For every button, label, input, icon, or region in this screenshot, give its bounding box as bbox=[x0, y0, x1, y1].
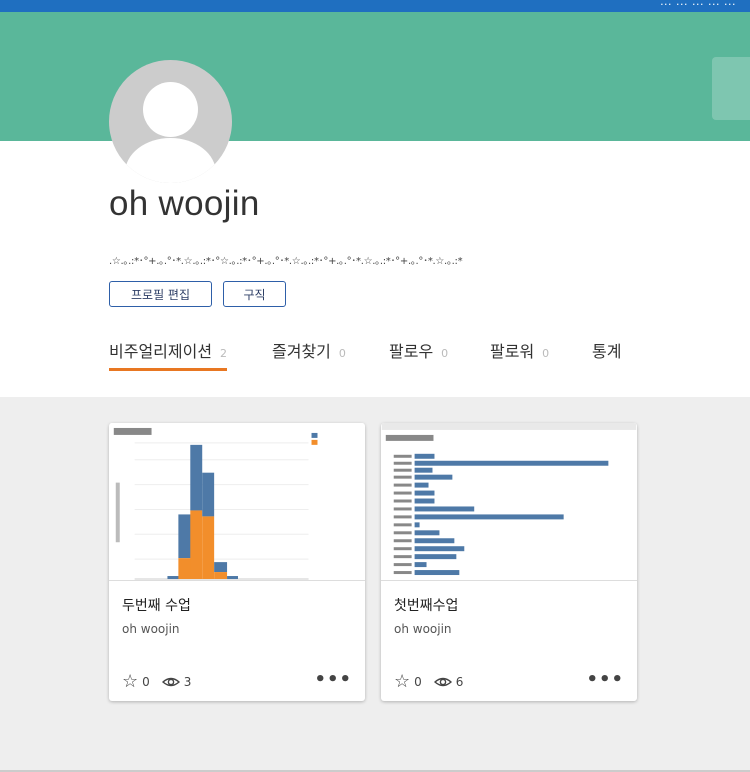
tab-favorites[interactable]: 즐겨찾기 0 bbox=[272, 338, 346, 362]
viz-card-footer: ☆ 0 3 ••• bbox=[122, 669, 352, 691]
avatar-body-shape bbox=[125, 138, 216, 183]
banner-edit-button[interactable] bbox=[712, 57, 750, 120]
view-count: 6 bbox=[455, 675, 464, 689]
favorite-count: 0 bbox=[142, 675, 150, 689]
view-count: 3 bbox=[183, 675, 192, 689]
more-options-icon[interactable]: ••• bbox=[586, 669, 624, 690]
avatar[interactable] bbox=[109, 60, 232, 183]
top-nav-bar: ... ... ... ... ... bbox=[0, 0, 750, 12]
tab-visualizations[interactable]: 비주얼리제이션 2 bbox=[109, 338, 228, 371]
star-icon[interactable]: ☆ bbox=[394, 673, 410, 691]
tab-label: 팔로우 bbox=[389, 342, 434, 361]
tab-stats[interactable]: 통계 bbox=[592, 338, 621, 362]
tab-label: 비주얼리제이션 bbox=[109, 342, 213, 361]
profile-name: oh woojin bbox=[109, 184, 260, 223]
viz-author[interactable]: oh woojin bbox=[394, 622, 452, 636]
viz-author[interactable]: oh woojin bbox=[122, 622, 180, 636]
tab-label: 팔로워 bbox=[490, 342, 535, 361]
viz-title[interactable]: 두번째 수업 bbox=[122, 595, 191, 615]
visualization-gallery: 두번째 수업 oh woojin ☆ 0 3 ••• 첫번째수업 oh wooj… bbox=[0, 397, 750, 772]
job-seeking-button[interactable]: 구직 bbox=[223, 281, 286, 307]
viz-card-footer: ☆ 0 6 ••• bbox=[394, 669, 624, 691]
viz-card[interactable]: 첫번째수업 oh woojin ☆ 0 6 ••• bbox=[381, 423, 637, 701]
tab-count: 0 bbox=[542, 347, 550, 360]
favorite-count: 0 bbox=[414, 675, 422, 689]
viz-card[interactable]: 두번째 수업 oh woojin ☆ 0 3 ••• bbox=[109, 423, 365, 701]
avatar-head-shape bbox=[143, 82, 198, 137]
tab-count: 0 bbox=[338, 347, 346, 360]
viz-thumbnail-histogram[interactable] bbox=[109, 423, 365, 581]
viz-thumbnail-bar-chart[interactable] bbox=[381, 423, 637, 581]
eye-icon bbox=[161, 677, 180, 687]
tab-count: 2 bbox=[220, 347, 228, 360]
profile-bio: .☆.｡.:*･°+.｡.°･*.☆.｡.:*･°☆.｡.:*･°+.｡.°･*… bbox=[109, 256, 463, 267]
tab-following[interactable]: 팔로우 0 bbox=[389, 338, 448, 362]
edit-profile-button[interactable]: 프로필 편집 bbox=[109, 281, 212, 307]
tab-label: 통계 bbox=[592, 342, 622, 361]
viz-title[interactable]: 첫번째수업 bbox=[394, 595, 458, 615]
tab-count: 0 bbox=[441, 347, 449, 360]
tab-label: 즐겨찾기 bbox=[272, 342, 331, 361]
tab-followers[interactable]: 팔로워 0 bbox=[490, 338, 549, 362]
top-nav-text: ... ... ... ... ... bbox=[660, 0, 736, 8]
star-icon[interactable]: ☆ bbox=[122, 673, 138, 691]
eye-icon bbox=[433, 677, 452, 687]
more-options-icon[interactable]: ••• bbox=[314, 669, 352, 690]
